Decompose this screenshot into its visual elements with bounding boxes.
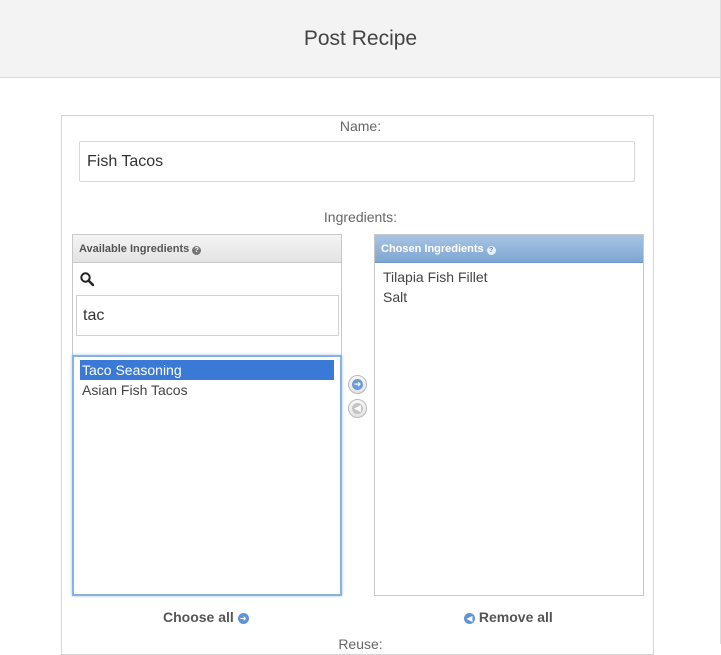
arrow-right-icon: ➜ [237,613,249,624]
chosen-ingredients-list[interactable]: Tilapia Fish Fillet Salt [375,267,643,307]
arrow-left-icon: ◀ [352,403,363,414]
name-label: Name: [339,118,382,134]
recipe-name-input[interactable] [79,141,635,182]
page-header: Post Recipe [0,0,721,78]
remove-all-label: Remove all [478,609,553,625]
help-icon[interactable]: ? [486,246,496,255]
help-icon[interactable]: ? [192,246,202,255]
next-field-label: Reuse: [338,636,383,652]
list-item[interactable]: Asian Fish Tacos [80,380,334,400]
page-title: Post Recipe [303,27,418,50]
available-ingredients-list[interactable]: Taco Seasoning Asian Fish Tacos [72,355,342,596]
available-ingredients-title: Available Ingredients [79,243,190,255]
list-item[interactable]: Tilapia Fish Fillet [381,267,637,287]
chosen-ingredients-panel: Chosen Ingredients? Tilapia Fish Fillet … [374,234,644,596]
arrow-left-icon: ◀ [464,613,475,624]
chosen-ingredients-header: Chosen Ingredients? [375,235,643,263]
search-icon [80,272,95,287]
remove-ingredient-button[interactable]: ◀ [348,399,367,418]
list-item[interactable]: Salt [381,287,637,307]
list-item[interactable]: Taco Seasoning [80,360,334,380]
add-ingredient-button[interactable]: ➜ [348,375,367,394]
chosen-ingredients-title: Chosen Ingredients [381,243,484,255]
choose-all-label: Choose all [163,609,234,625]
choose-all-link[interactable]: Choose all ➜ [163,609,249,625]
ingredients-label: Ingredients: [323,209,398,225]
ingredient-filter-input[interactable] [76,295,339,336]
arrow-right-icon: ➜ [352,379,363,390]
remove-all-link[interactable]: ◀ Remove all [464,609,553,625]
available-ingredients-header: Available Ingredients? [73,235,341,263]
